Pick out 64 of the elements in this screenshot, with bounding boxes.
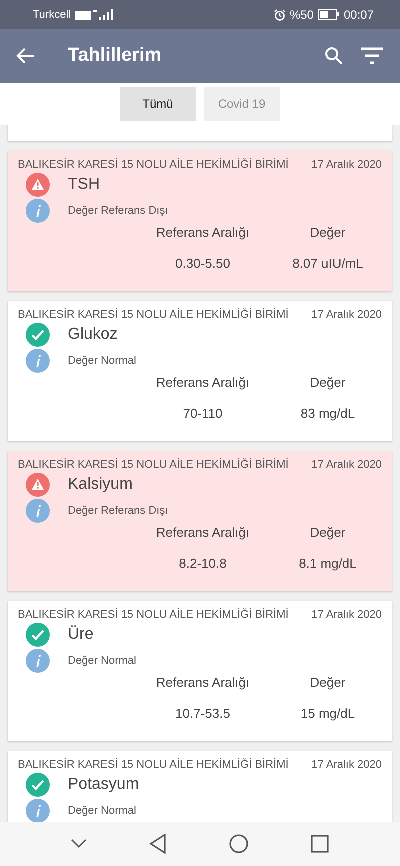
filter-tab[interactable]: Tümü <box>120 87 196 121</box>
facility-name: BALIKESİR KARESİ 15 NOLU AİLE HEKİMLİĞİ BİRİMİ <box>18 459 289 471</box>
info-icon <box>26 649 50 673</box>
result-date: 17 Aralık 2020 <box>312 459 382 471</box>
check-icon <box>26 623 50 647</box>
result-card[interactable]: BALIKESİR KARESİ 15 NOLU AİLE HEKİMLİĞİ BİRİMİ 17 Aralık 2020 Potasyum Değer Normal <box>8 751 392 822</box>
column-label: Değer <box>309 675 347 690</box>
column-label: Referans Aralığı <box>155 525 251 540</box>
facility-name: BALIKESİR KARESİ 15 NOLU AİLE HEKİMLİĞİ BİRİMİ <box>18 309 289 321</box>
result-status: Değer Referans Dışı <box>68 505 168 517</box>
column-label: Değer <box>309 375 347 390</box>
test-name: TSH <box>68 176 100 194</box>
column-label: Referans Aralığı <box>155 375 251 390</box>
result-status: Değer Normal <box>68 655 136 667</box>
clock-time: 00:07 <box>344 8 374 22</box>
screen-title: Tahlillerim <box>68 45 162 67</box>
column-label: Referans Aralığı <box>155 675 251 690</box>
column-label: Değer <box>309 225 347 240</box>
reference-range: 10.7-53.5 <box>174 706 232 721</box>
home-nav-icon[interactable] <box>229 834 249 854</box>
carrier-name: Turkcell <box>33 8 72 20</box>
result-card[interactable]: BALIKESİR KARESİ 15 NOLU AİLE HEKİMLİĞİ BİRİMİ 17 Aralık 2020 Glukoz Değer Normal Referans Aralığı Değer 70-110 83 mg/dL <box>8 301 392 441</box>
check-icon <box>26 323 50 347</box>
result-value: 8.1 mg/dL <box>298 556 358 571</box>
facility-name: BALIKESİR KARESİ 15 NOLU AİLE HEKİMLİĞİ BİRİMİ <box>18 159 289 171</box>
check-icon <box>26 773 50 797</box>
result-date: 17 Aralık 2020 <box>312 609 382 621</box>
info-icon <box>26 499 50 523</box>
reference-range: 0.30-5.50 <box>174 256 232 271</box>
result-card[interactable]: BALIKESİR KARESİ 15 NOLU AİLE HEKİMLİĞİ BİRİMİ 17 Aralık 2020 TSH Değer Referans Dışı Referans Aralığı Değer 0.30-5.50 8.07 uIU/mL <box>8 151 392 291</box>
result-status: Değer Normal <box>68 805 136 817</box>
result-value: 15 mg/dL <box>300 706 356 721</box>
warning-icon <box>26 473 50 497</box>
facility-name: BALIKESİR KARESİ 15 NOLU AİLE HEKİMLİĞİ BİRİMİ <box>18 609 289 621</box>
facility-name: BALIKESİR KARESİ 15 NOLU AİLE HEKİMLİĞİ BİRİMİ <box>18 759 289 771</box>
warning-icon <box>26 173 50 197</box>
search-icon <box>324 46 344 66</box>
filter-icon <box>360 46 384 66</box>
test-name: Glukoz <box>68 326 118 344</box>
back-icon <box>16 46 36 66</box>
result-value: 8.07 uIU/mL <box>292 256 364 271</box>
reference-range: 70-110 <box>182 406 224 421</box>
result-status: Değer Referans Dışı <box>68 205 168 217</box>
result-card[interactable]: BALIKESİR KARESİ 15 NOLU AİLE HEKİMLİĞİ BİRİMİ 17 Aralık 2020 Kalsiyum Değer Referans Dışı Referans Aralığı Değer 8.2-10.8 8.1 mg/dL <box>8 451 392 591</box>
result-value: 83 mg/dL <box>300 406 356 421</box>
test-name: Üre <box>68 626 94 644</box>
result-status: Değer Normal <box>68 355 136 367</box>
alarm-icon <box>274 8 286 20</box>
reference-range: 8.2-10.8 <box>178 556 228 571</box>
result-card[interactable]: BALIKESİR KARESİ 15 NOLU AİLE HEKİMLİĞİ BİRİMİ 17 Aralık 2020 Üre Değer Normal Referans Aralığı Değer 10.7-53.5 15 mg/dL <box>8 601 392 741</box>
info-icon <box>26 199 50 223</box>
result-date: 17 Aralık 2020 <box>312 159 382 171</box>
result-date: 17 Aralık 2020 <box>312 309 382 321</box>
recents-nav-icon[interactable] <box>311 835 329 853</box>
test-name: Potasyum <box>68 776 140 794</box>
chevron-down-icon[interactable] <box>71 839 87 849</box>
test-name: Kalsiyum <box>68 476 133 494</box>
battery-icon <box>318 9 340 20</box>
battery-percent: %50 <box>290 8 314 22</box>
back-nav-icon[interactable] <box>149 834 167 854</box>
info-icon <box>26 349 50 373</box>
column-label: Referans Aralığı <box>155 225 251 240</box>
column-label: Değer <box>309 525 347 540</box>
result-date: 17 Aralık 2020 <box>312 759 382 771</box>
